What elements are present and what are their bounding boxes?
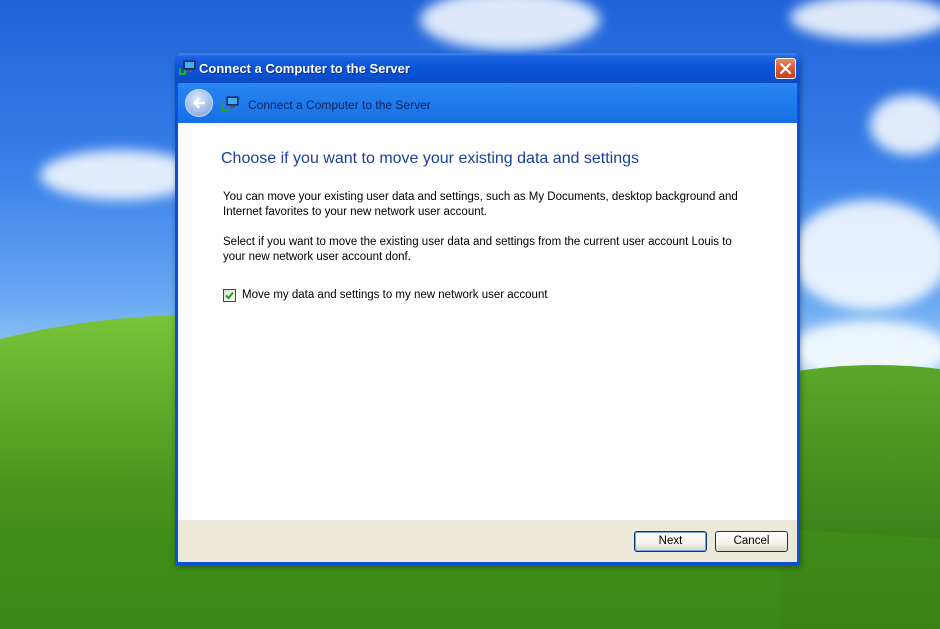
title-bar[interactable]: Connect a Computer to the Server — [175, 53, 800, 83]
computer-network-icon — [179, 60, 196, 75]
wizard-content: Choose if you want to move your existing… — [178, 123, 797, 520]
nav-title: Connect a Computer to the Server — [248, 98, 431, 112]
cloud — [790, 0, 940, 40]
back-button[interactable] — [185, 89, 213, 117]
description-paragraph: You can move your existing user data and… — [223, 191, 738, 218]
wizard-footer: Next Cancel — [178, 520, 797, 562]
computer-network-icon — [222, 96, 239, 111]
cancel-button[interactable]: Cancel — [715, 531, 788, 552]
cloud — [870, 95, 940, 155]
cloud — [420, 0, 600, 50]
next-button[interactable]: Next — [634, 531, 707, 552]
close-icon — [780, 63, 791, 74]
wizard-window: Connect a Computer to the Server Connect… — [175, 53, 800, 565]
instruction-paragraph: Select if you want to move the existing … — [223, 236, 732, 263]
back-arrow-icon — [193, 97, 206, 109]
window-border — [175, 562, 800, 565]
checkmark-icon — [225, 291, 234, 300]
desktop-background: Connect a Computer to the Server Connect… — [0, 0, 940, 629]
page-heading: Choose if you want to move your existing… — [221, 150, 640, 167]
move-data-checkbox[interactable] — [223, 289, 236, 302]
move-data-checkbox-label[interactable]: Move my data and settings to my new netw… — [242, 289, 548, 301]
wizard-nav-bar: Connect a Computer to the Server — [178, 83, 797, 123]
window-title: Connect a Computer to the Server — [199, 61, 410, 76]
cloud — [790, 200, 940, 310]
close-button[interactable] — [775, 58, 796, 79]
